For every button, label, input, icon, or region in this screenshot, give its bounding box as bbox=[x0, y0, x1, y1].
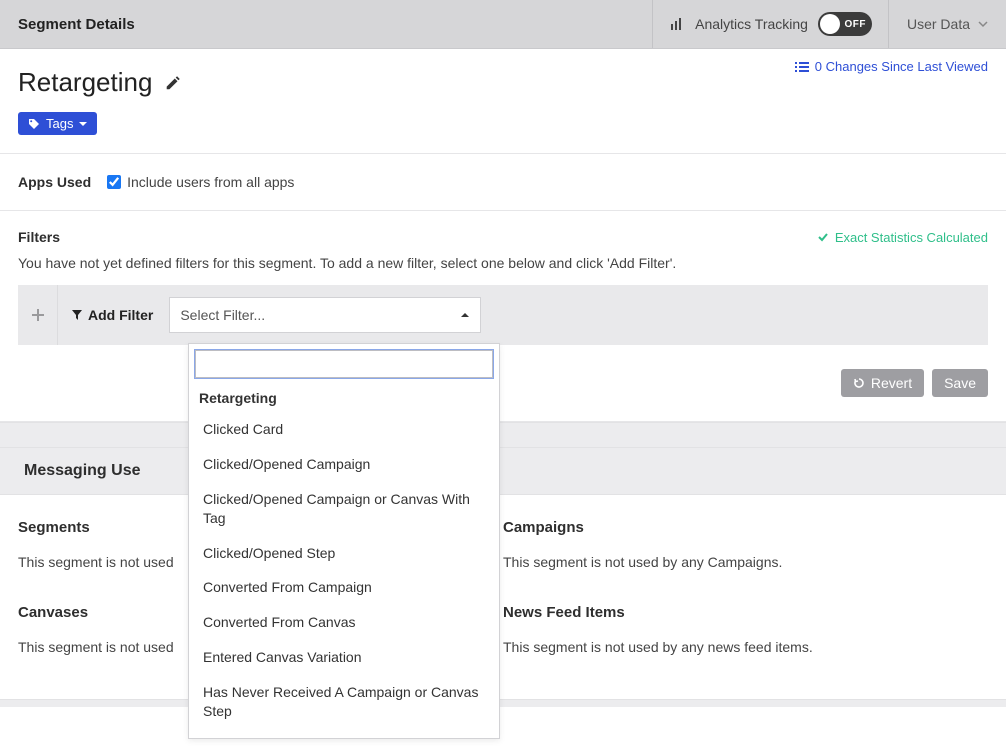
filters-header: Filters Exact Statistics Calculated bbox=[0, 210, 1006, 251]
dropdown-item[interactable]: Converted From Canvas bbox=[189, 605, 499, 640]
messaging-campaigns: Campaigns This segment is not used by an… bbox=[503, 519, 988, 689]
user-data-menu[interactable]: User Data bbox=[889, 0, 1006, 48]
filter-icon bbox=[72, 310, 82, 320]
newsfeed-text: This segment is not used by any news fee… bbox=[503, 639, 970, 655]
plus-icon bbox=[18, 285, 58, 345]
save-button[interactable]: Save bbox=[932, 369, 988, 397]
caret-up-icon bbox=[460, 310, 470, 320]
pencil-icon[interactable] bbox=[164, 74, 182, 92]
tag-icon bbox=[28, 118, 40, 130]
include-all-apps-checkbox[interactable] bbox=[107, 175, 121, 189]
filter-select-placeholder: Select Filter... bbox=[180, 307, 265, 323]
dropdown-item[interactable]: Clicked Card bbox=[189, 412, 499, 447]
list-icon bbox=[795, 61, 809, 73]
dropdown-group-label: Retargeting bbox=[189, 384, 499, 412]
include-all-apps[interactable]: Include users from all apps bbox=[107, 174, 294, 190]
add-filter-label: Add Filter bbox=[88, 307, 153, 323]
dropdown-item[interactable]: Has Never Received A Campaign or Canvas … bbox=[189, 675, 499, 729]
tags-label: Tags bbox=[46, 116, 73, 131]
apps-used-label: Apps Used bbox=[18, 174, 91, 190]
filters-description: You have not yet defined filters for thi… bbox=[0, 251, 1006, 285]
revert-button[interactable]: Revert bbox=[841, 369, 924, 397]
check-icon bbox=[817, 231, 829, 243]
segment-name: Retargeting bbox=[18, 67, 152, 98]
bar-chart-icon bbox=[669, 16, 685, 32]
caret-down-icon bbox=[79, 120, 87, 128]
toggle-state: OFF bbox=[844, 19, 866, 30]
analytics-label: Analytics Tracking bbox=[695, 16, 808, 32]
revert-label: Revert bbox=[871, 375, 912, 391]
filters-title: Filters bbox=[18, 229, 60, 245]
analytics-toggle[interactable]: OFF bbox=[818, 12, 872, 36]
dropdown-list[interactable]: Retargeting Clicked Card Clicked/Opened … bbox=[189, 384, 499, 738]
add-filter-bar: Add Filter Select Filter... Retargeting … bbox=[18, 285, 988, 345]
include-label: Include users from all apps bbox=[127, 174, 294, 190]
dropdown-item[interactable]: Entered Canvas Variation bbox=[189, 640, 499, 675]
page-title: Segment Details bbox=[0, 0, 652, 48]
campaigns-text: This segment is not used by any Campaign… bbox=[503, 554, 970, 570]
changes-label: 0 Changes Since Last Viewed bbox=[815, 59, 988, 74]
exact-stats-label: Exact Statistics Calculated bbox=[835, 230, 988, 245]
segment-header: Retargeting 0 Changes Since Last Viewed … bbox=[0, 49, 1006, 210]
toggle-knob bbox=[820, 14, 840, 34]
filter-dropdown: Retargeting Clicked Card Clicked/Opened … bbox=[188, 343, 500, 739]
tags-button[interactable]: Tags bbox=[18, 112, 97, 135]
section-gap bbox=[0, 422, 1006, 448]
user-data-label: User Data bbox=[907, 16, 970, 32]
dropdown-item[interactable]: Clicked/Opened Campaign bbox=[189, 447, 499, 482]
action-row: Revert Save bbox=[0, 345, 1006, 422]
dropdown-search-wrap bbox=[189, 344, 499, 384]
add-filter-label-wrap: Add Filter bbox=[58, 307, 167, 323]
save-label: Save bbox=[944, 375, 976, 391]
analytics-tracking: Analytics Tracking OFF bbox=[653, 0, 888, 48]
filter-select[interactable]: Select Filter... bbox=[169, 297, 481, 333]
messaging-use-header: Messaging Use bbox=[0, 448, 1006, 495]
dropdown-item[interactable]: In Campaign Control Group bbox=[189, 729, 499, 738]
topbar: Segment Details Analytics Tracking OFF U… bbox=[0, 0, 1006, 49]
messaging-grid: Segments This segment is not used Canvas… bbox=[0, 495, 1006, 699]
dropdown-item[interactable]: Clicked/Opened Campaign or Canvas With T… bbox=[189, 482, 499, 536]
newsfeed-title: News Feed Items bbox=[503, 604, 970, 621]
dropdown-search-input[interactable] bbox=[195, 350, 493, 378]
topbar-right: Analytics Tracking OFF User Data bbox=[652, 0, 1006, 48]
revert-icon bbox=[853, 377, 865, 389]
exact-statistics: Exact Statistics Calculated bbox=[817, 230, 988, 245]
changes-link[interactable]: 0 Changes Since Last Viewed bbox=[795, 59, 988, 74]
dropdown-item[interactable]: Converted From Campaign bbox=[189, 570, 499, 605]
bottom-gap bbox=[0, 699, 1006, 707]
apps-used-row: Apps Used Include users from all apps bbox=[18, 154, 988, 210]
campaigns-title: Campaigns bbox=[503, 519, 970, 536]
chevron-down-icon bbox=[978, 19, 988, 29]
dropdown-item[interactable]: Clicked/Opened Step bbox=[189, 536, 499, 571]
